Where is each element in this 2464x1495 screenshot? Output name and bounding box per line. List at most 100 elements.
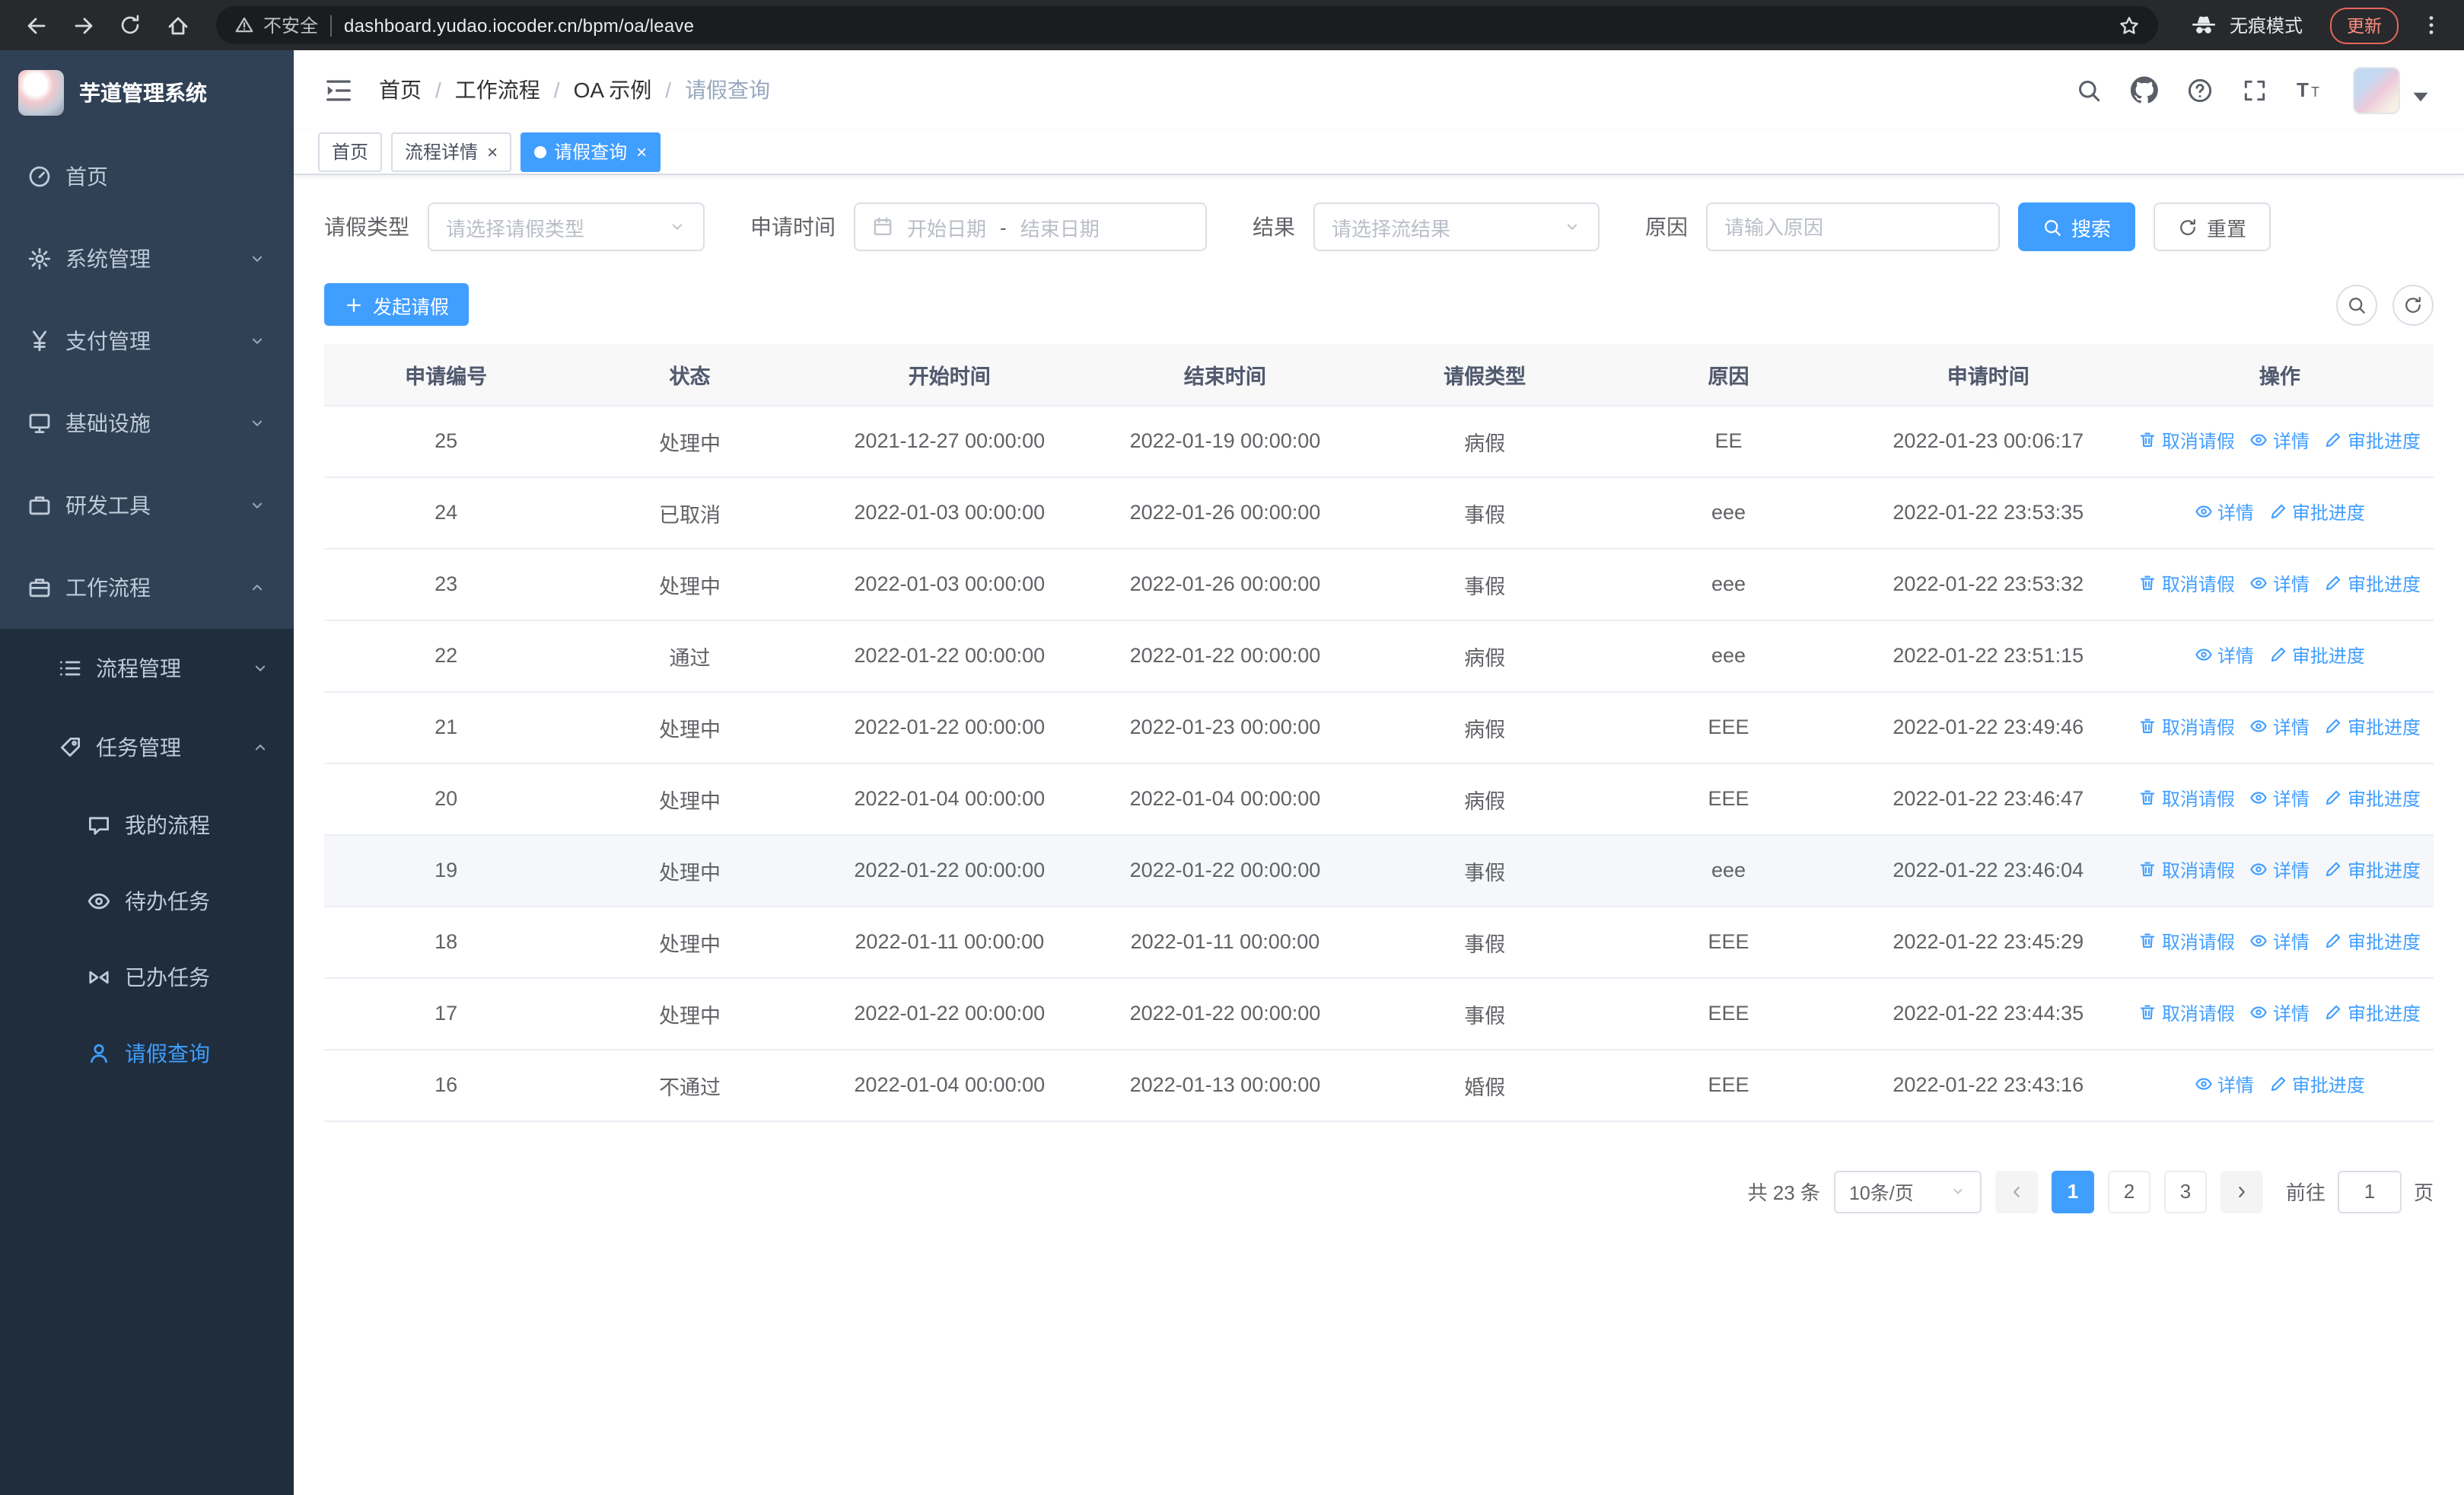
page-button-3[interactable]: 3 xyxy=(2163,1170,2207,1213)
cell-start: 2022-01-22 00:00:00 xyxy=(811,834,1087,907)
detail-link[interactable]: 详情 xyxy=(2250,571,2310,597)
security-indicator[interactable]: 不安全 xyxy=(234,12,318,38)
logo[interactable]: 芋道管理系统 xyxy=(0,50,294,135)
leave-type-select[interactable]: 请选择请假类型 xyxy=(428,202,705,251)
progress-link-label: 审批进度 xyxy=(2347,1003,2421,1025)
search-button[interactable]: 搜索 xyxy=(2018,202,2136,251)
progress-link[interactable]: 审批进度 xyxy=(2325,1000,2421,1026)
next-page-button[interactable] xyxy=(2220,1170,2263,1213)
table-row[interactable]: 20 处理中 2022-01-04 00:00:00 2022-01-04 00:00… xyxy=(324,763,2434,835)
browser-update-button[interactable]: 更新 xyxy=(2330,7,2399,43)
page-button-1[interactable]: 1 xyxy=(2051,1170,2094,1213)
table-row[interactable]: 21 处理中 2022-01-22 00:00:00 2022-01-23 00:00… xyxy=(324,691,2434,763)
cancel-link[interactable]: 取消请假 xyxy=(2139,428,2235,454)
apply-time-range-picker[interactable]: 开始日期 - 结束日期 xyxy=(854,202,1207,251)
cancel-link[interactable]: 取消请假 xyxy=(2139,1000,2235,1026)
fullscreen-icon[interactable] xyxy=(2242,77,2268,103)
progress-link-label: 审批进度 xyxy=(2291,645,2365,667)
sidebar-item-leave-query[interactable]: 请假查询 xyxy=(0,1015,294,1092)
breadcrumb-item[interactable]: 首页 xyxy=(379,75,422,105)
chevron-down-icon xyxy=(248,496,266,515)
sidebar-item-system[interactable]: 系统管理 xyxy=(0,218,294,300)
help-icon[interactable] xyxy=(2187,77,2213,103)
table-row[interactable]: 16 不通过 2022-01-04 00:00:00 2022-01-13 00:00… xyxy=(324,1049,2434,1121)
detail-link[interactable]: 详情 xyxy=(2250,786,2310,811)
breadcrumb-item[interactable]: 工作流程 xyxy=(455,75,540,105)
sidebar-item-my-process[interactable]: 我的流程 xyxy=(0,787,294,863)
github-icon[interactable] xyxy=(2131,76,2158,104)
view-icon xyxy=(2195,646,2213,665)
sidebar-item-home[interactable]: 首页 xyxy=(0,135,294,218)
detail-link[interactable]: 详情 xyxy=(2250,857,2310,883)
sidebar-item-devtools[interactable]: 研发工具 xyxy=(0,464,294,547)
sidebar-item-process-mgmt[interactable]: 流程管理 xyxy=(0,629,294,708)
cancel-link-label: 取消请假 xyxy=(2161,1003,2235,1025)
result-select[interactable]: 请选择流结果 xyxy=(1313,202,1600,251)
sidebar-item-workflow[interactable]: 工作流程 xyxy=(0,547,294,629)
reset-button[interactable]: 重置 xyxy=(2154,202,2271,251)
header-search-icon[interactable] xyxy=(2076,77,2102,103)
detail-link[interactable]: 详情 xyxy=(2195,642,2254,668)
toggle-search-button[interactable] xyxy=(2336,284,2377,325)
detail-link[interactable]: 详情 xyxy=(2250,1000,2310,1026)
progress-link[interactable]: 审批进度 xyxy=(2269,642,2365,668)
browser-menu-icon[interactable] xyxy=(2414,14,2449,37)
tab-close-icon[interactable]: × xyxy=(636,141,647,162)
browser-home-button[interactable] xyxy=(157,5,198,46)
progress-link[interactable]: 审批进度 xyxy=(2325,929,2421,955)
tab-leave-query[interactable]: 请假查询 × xyxy=(520,132,661,171)
table-row[interactable]: 25 处理中 2021-12-27 00:00:00 2022-01-19 00:00… xyxy=(324,405,2434,477)
cancel-link[interactable]: 取消请假 xyxy=(2139,571,2235,597)
warning-icon xyxy=(234,15,254,35)
cancel-link[interactable]: 取消请假 xyxy=(2139,857,2235,883)
bookmark-star-icon[interactable] xyxy=(2119,14,2140,36)
progress-link[interactable]: 审批进度 xyxy=(2269,499,2365,525)
progress-link[interactable]: 审批进度 xyxy=(2325,428,2421,454)
user-menu[interactable] xyxy=(2353,66,2434,113)
detail-link[interactable]: 详情 xyxy=(2250,428,2310,454)
tab-process-detail[interactable]: 流程详情 × xyxy=(391,132,512,171)
cancel-link[interactable]: 取消请假 xyxy=(2139,929,2235,955)
progress-link-label: 审批进度 xyxy=(2347,931,2421,953)
sidebar-toggle-icon[interactable] xyxy=(324,75,353,104)
cancel-link[interactable]: 取消请假 xyxy=(2139,786,2235,811)
browser-forward-button[interactable] xyxy=(62,5,103,46)
address-bar[interactable]: 不安全 dashboard.yudao.iocoder.cn/bpm/oa/le… xyxy=(216,6,2158,44)
tab-home[interactable]: 首页 xyxy=(318,132,383,171)
progress-link[interactable]: 审批进度 xyxy=(2325,857,2421,883)
progress-link[interactable]: 审批进度 xyxy=(2325,786,2421,811)
progress-link[interactable]: 审批进度 xyxy=(2325,714,2421,740)
breadcrumb-item[interactable]: OA 示例 xyxy=(574,75,652,105)
font-size-icon[interactable]: TT xyxy=(2297,76,2324,104)
cancel-link[interactable]: 取消请假 xyxy=(2139,714,2235,740)
detail-link[interactable]: 详情 xyxy=(2250,929,2310,955)
page-button-2[interactable]: 2 xyxy=(2107,1170,2150,1213)
table-row[interactable]: 18 处理中 2022-01-11 00:00:00 2022-01-11 00:00… xyxy=(324,906,2434,978)
table-row[interactable]: 19 处理中 2022-01-22 00:00:00 2022-01-22 00:00… xyxy=(324,834,2434,907)
page-size-select[interactable]: 10条/页 xyxy=(1833,1170,1982,1213)
table-row[interactable]: 22 通过 2022-01-22 00:00:00 2022-01-22 00:00:… xyxy=(324,620,2434,692)
cell-reason: EEE xyxy=(1606,691,1851,763)
sidebar-item-task-mgmt[interactable]: 任务管理 xyxy=(0,708,294,787)
detail-link[interactable]: 详情 xyxy=(2250,714,2310,740)
detail-link[interactable]: 详情 xyxy=(2195,1072,2254,1098)
tab-close-icon[interactable]: × xyxy=(487,141,498,162)
prev-page-button[interactable] xyxy=(1994,1170,2038,1213)
cell-actions: 取消请假 详情 审批进度 xyxy=(2125,906,2434,978)
table-row[interactable]: 17 处理中 2022-01-22 00:00:00 2022-01-22 00:00… xyxy=(324,977,2434,1050)
goto-page-input[interactable] xyxy=(2337,1170,2402,1213)
sidebar-item-done-tasks[interactable]: 已办任务 xyxy=(0,939,294,1015)
sidebar-item-payment[interactable]: 支付管理 xyxy=(0,300,294,382)
reason-input[interactable] xyxy=(1706,202,2000,251)
detail-link[interactable]: 详情 xyxy=(2195,499,2254,525)
sidebar-item-todo-tasks[interactable]: 待办任务 xyxy=(0,863,294,939)
refresh-table-button[interactable] xyxy=(2392,284,2434,325)
sidebar-item-infrastructure[interactable]: 基础设施 xyxy=(0,382,294,464)
progress-link[interactable]: 审批进度 xyxy=(2269,1072,2365,1098)
browser-back-button[interactable] xyxy=(15,5,56,46)
table-row[interactable]: 23 处理中 2022-01-03 00:00:00 2022-01-26 00:00… xyxy=(324,548,2434,620)
table-row[interactable]: 24 已取消 2022-01-03 00:00:00 2022-01-26 00:00… xyxy=(324,477,2434,549)
progress-link[interactable]: 审批进度 xyxy=(2325,571,2421,597)
browser-reload-button[interactable] xyxy=(110,5,151,46)
create-leave-button[interactable]: 发起请假 xyxy=(324,283,470,326)
